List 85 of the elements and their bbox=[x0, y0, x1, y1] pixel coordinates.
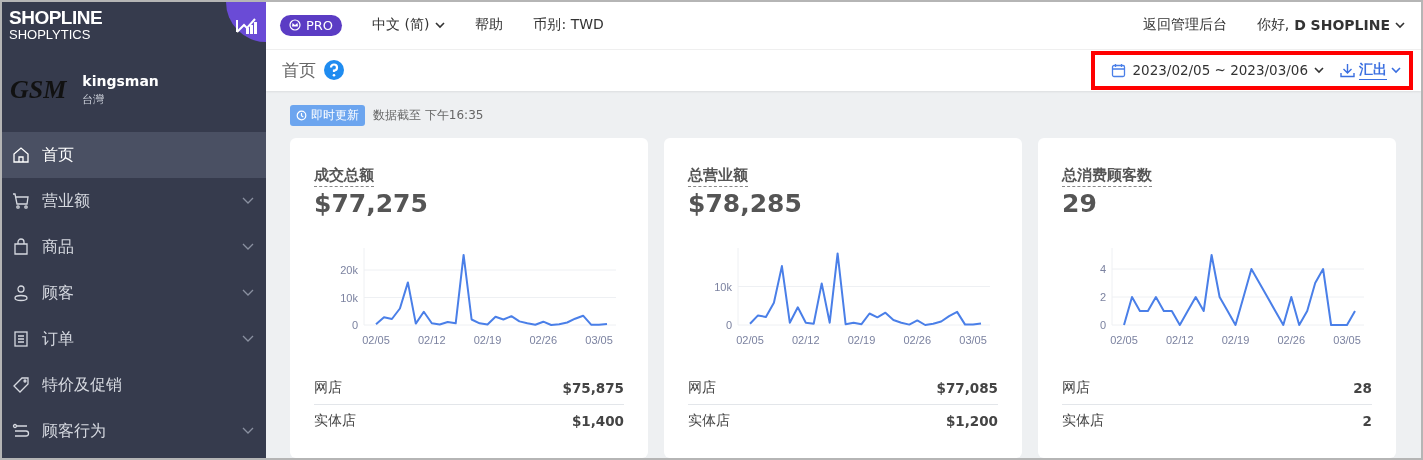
pro-badge: PRO bbox=[280, 14, 343, 36]
sidebar-item[interactable]: 营业额 bbox=[2, 178, 266, 224]
x-axis-label: 02/05 bbox=[736, 334, 764, 346]
x-axis-label: 02/05 bbox=[1110, 334, 1138, 346]
row-label: 网店 bbox=[688, 379, 716, 397]
x-axis-label: 02/26 bbox=[529, 334, 558, 346]
x-axis-label: 02/12 bbox=[1166, 334, 1194, 346]
calendar-icon bbox=[1111, 62, 1127, 78]
date-range-picker[interactable]: 2023/02/05 ~ 2023/03/06 bbox=[1111, 62, 1324, 79]
sidebar-item[interactable]: 商品 bbox=[2, 224, 266, 270]
caret-icon bbox=[1314, 66, 1324, 74]
page-title: 首页 bbox=[282, 58, 316, 82]
caret-icon bbox=[435, 21, 446, 29]
y-axis-label: 0 bbox=[1099, 319, 1106, 331]
flow-icon bbox=[12, 422, 30, 440]
metric-value: $78,285 bbox=[688, 189, 803, 218]
download-icon bbox=[1340, 62, 1355, 78]
x-axis-label: 03/05 bbox=[959, 334, 987, 346]
row-value: $77,085 bbox=[936, 380, 998, 396]
x-axis-label: 02/12 bbox=[792, 334, 820, 346]
sidebar-item[interactable]: 订单 bbox=[2, 316, 266, 362]
metric-title: 总消费顾客数 bbox=[1062, 166, 1152, 187]
cart-icon bbox=[12, 192, 30, 210]
y-axis-label: 10k bbox=[340, 291, 358, 304]
language-dropdown[interactable]: 中文 (简) bbox=[372, 16, 446, 35]
row-label: 实体店 bbox=[1062, 412, 1104, 430]
x-axis-label: 02/19 bbox=[847, 334, 876, 346]
y-axis-label: 10k bbox=[714, 280, 732, 293]
x-axis-label: 02/26 bbox=[1277, 334, 1306, 346]
store-region: 台灣 bbox=[82, 92, 106, 107]
caret-icon bbox=[1391, 66, 1401, 74]
row-value: $1,400 bbox=[571, 413, 624, 429]
metric-title: 成交总额 bbox=[314, 166, 374, 187]
tag-icon bbox=[12, 376, 30, 394]
store-name: kingsman bbox=[82, 73, 159, 89]
sidebar-item[interactable]: 顾客 bbox=[2, 270, 266, 316]
sidebar-item[interactable]: 顾客行为 bbox=[2, 408, 266, 454]
store-logo: GSM bbox=[9, 75, 67, 105]
x-axis-label: 02/19 bbox=[473, 334, 502, 346]
row-label: 网店 bbox=[1062, 379, 1090, 397]
currency-label: 币别: TWD bbox=[533, 16, 604, 35]
sidebar-item[interactable]: 首页 bbox=[2, 132, 266, 178]
update-time: 数据截至 下午16:35 bbox=[373, 107, 484, 124]
y-axis-label: 0 bbox=[351, 319, 358, 331]
chevron-down-icon bbox=[242, 335, 254, 343]
row-label: 网店 bbox=[314, 379, 342, 397]
chevron-down-icon bbox=[242, 243, 254, 251]
row-value: $75,875 bbox=[562, 380, 624, 396]
row-value: $1,200 bbox=[945, 413, 998, 429]
x-axis-label: 02/19 bbox=[1221, 334, 1250, 346]
chevron-down-icon bbox=[242, 427, 254, 435]
metric-value: 29 bbox=[1062, 189, 1098, 218]
y-axis-label: 20k bbox=[340, 264, 358, 276]
row-label: 实体店 bbox=[688, 412, 730, 430]
help-icon[interactable] bbox=[324, 60, 344, 81]
bag-icon bbox=[12, 238, 30, 256]
y-axis-label: 4 bbox=[1099, 263, 1106, 275]
x-axis-label: 03/05 bbox=[585, 334, 613, 346]
y-axis-label: 0 bbox=[725, 319, 732, 331]
live-update-badge: 即时更新 bbox=[290, 105, 365, 126]
chevron-down-icon bbox=[242, 289, 254, 297]
export-button[interactable]: 汇出 bbox=[1340, 60, 1401, 80]
back-to-admin-link[interactable]: 返回管理后台 bbox=[1142, 16, 1227, 35]
help-link[interactable]: 帮助 bbox=[475, 16, 504, 35]
x-axis-label: 02/12 bbox=[418, 334, 446, 346]
row-value: 2 bbox=[1362, 413, 1372, 429]
brand-logo: SHOPLINE bbox=[9, 8, 103, 28]
metric-title: 总营业额 bbox=[688, 166, 748, 187]
user-menu[interactable]: 你好, D SHOPLINE bbox=[1256, 16, 1405, 35]
sidebar-item[interactable]: 特价及促销 bbox=[2, 362, 266, 408]
row-label: 实体店 bbox=[314, 412, 356, 430]
person-icon bbox=[12, 284, 30, 302]
metric-value: $77,275 bbox=[314, 189, 429, 218]
product-name: SHOPLYTICS bbox=[9, 28, 92, 41]
caret-icon bbox=[1395, 21, 1405, 29]
y-axis-label: 2 bbox=[1099, 291, 1106, 303]
row-value: 28 bbox=[1353, 380, 1372, 396]
history-icon bbox=[296, 110, 307, 121]
x-axis-label: 03/05 bbox=[1333, 334, 1361, 346]
crown-icon bbox=[289, 19, 301, 32]
x-axis-label: 02/26 bbox=[903, 334, 932, 346]
chevron-down-icon bbox=[242, 197, 254, 205]
doc-icon bbox=[12, 330, 30, 348]
home-icon bbox=[12, 146, 30, 164]
x-axis-label: 02/05 bbox=[362, 334, 390, 346]
